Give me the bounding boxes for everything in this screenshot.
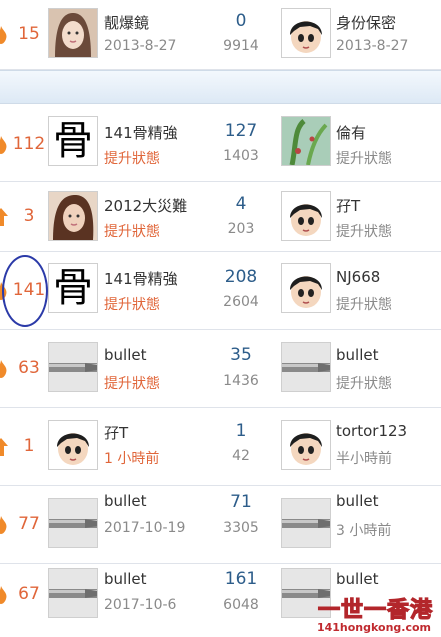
bone-glyph-avatar: 骨 xyxy=(53,265,93,311)
last-post-status[interactable]: 提升狀態 xyxy=(336,294,392,314)
thread-author[interactable]: bullet xyxy=(104,492,146,510)
last-poster-avatar[interactable] xyxy=(281,8,331,58)
reply-count[interactable]: 4 xyxy=(212,194,270,214)
last-poster-avatar[interactable] xyxy=(281,263,331,313)
last-post-time: 半小時前 xyxy=(336,451,392,467)
last-poster-name[interactable]: 身份保密 xyxy=(336,12,396,33)
last-poster-name[interactable]: bullet xyxy=(336,492,378,510)
thread-author[interactable]: 141骨精強 xyxy=(104,268,178,289)
reply-count[interactable]: 35 xyxy=(212,345,270,365)
thread-author[interactable]: 141骨精強 xyxy=(104,122,178,143)
thread-row[interactable]: 15 靓爆鏡 2013-8-27 0 9914 身份保密 2013-8-27 xyxy=(0,0,441,70)
watermark-title: 一世一香港 xyxy=(317,597,433,623)
author-avatar[interactable] xyxy=(48,568,98,618)
thread-status[interactable]: 提升狀態 xyxy=(104,294,160,314)
thread-row[interactable]: 63 bullet 提升狀態 35 1436 bullet 提升狀態 xyxy=(0,330,441,408)
thread-author[interactable]: 2012大災難 xyxy=(104,195,187,216)
watermark-url: 141hongkong.com xyxy=(312,621,435,634)
thread-date: 2017-10-6 xyxy=(104,597,177,613)
last-poster-avatar[interactable] xyxy=(281,498,331,548)
hot-count: 77 xyxy=(18,514,40,534)
hot-thread-icon xyxy=(0,360,7,378)
view-count: 203 xyxy=(227,221,255,237)
thread-author[interactable]: 靓爆鏡 xyxy=(104,12,149,33)
last-poster-name[interactable]: bullet xyxy=(336,346,378,364)
last-post-time: 2013-8-27 xyxy=(336,38,409,54)
hot-count: 15 xyxy=(18,24,40,44)
thread-row[interactable]: 1 孖T 1 小時前 1 42 tortor123 半小時前 xyxy=(0,408,441,486)
last-poster-name[interactable]: 倫有 xyxy=(336,122,366,143)
site-watermark: 一世一香港 141hongkong.com xyxy=(311,592,439,634)
last-post-status[interactable]: 提升狀態 xyxy=(336,148,392,168)
thread-date: 1 小時前 xyxy=(104,451,160,467)
hot-count: 3 xyxy=(23,206,35,226)
thread-row[interactable]: 3 2012大災難 提升狀態 4 203 孖T 提升狀態 xyxy=(0,182,441,252)
author-avatar[interactable] xyxy=(48,191,98,241)
last-poster-avatar[interactable] xyxy=(281,420,331,470)
reply-count[interactable]: 127 xyxy=(212,121,270,141)
author-avatar[interactable]: 骨 xyxy=(48,116,98,166)
last-poster-name[interactable]: 孖T xyxy=(336,195,360,216)
thread-author[interactable]: 孖T xyxy=(104,422,128,443)
thread-row[interactable]: 77 bullet 2017-10-19 71 3305 bullet 3 小時… xyxy=(0,486,441,564)
view-count: 1436 xyxy=(223,373,259,389)
thread-author[interactable]: bullet xyxy=(104,346,146,364)
author-avatar[interactable] xyxy=(48,342,98,392)
view-count: 2604 xyxy=(223,294,259,310)
hot-thread-icon xyxy=(0,586,7,604)
author-avatar[interactable] xyxy=(48,498,98,548)
hot-count: 67 xyxy=(18,584,40,604)
reply-count[interactable]: 1 xyxy=(212,421,270,441)
view-count: 1403 xyxy=(223,148,259,164)
thread-status[interactable]: 提升狀態 xyxy=(104,148,160,168)
last-poster-avatar[interactable] xyxy=(281,191,331,241)
author-avatar[interactable]: 骨 xyxy=(48,263,98,313)
reply-count[interactable]: 208 xyxy=(212,267,270,287)
highlight-circle xyxy=(2,255,48,327)
view-count: 9914 xyxy=(223,38,259,54)
hot-count: 63 xyxy=(18,358,40,378)
last-poster-name[interactable]: NJ668 xyxy=(336,268,380,286)
last-post-time: 3 小時前 xyxy=(336,523,392,539)
reply-count[interactable]: 0 xyxy=(212,11,270,31)
thread-row[interactable]: 112 骨 141骨精強 提升狀態 127 1403 倫有 提升狀態 xyxy=(0,104,441,182)
thread-status[interactable]: 提升狀態 xyxy=(104,373,160,393)
last-poster-name[interactable]: tortor123 xyxy=(336,422,407,440)
thread-author[interactable]: bullet xyxy=(104,570,146,588)
up-arrow-icon xyxy=(0,438,8,456)
reply-count[interactable]: 161 xyxy=(212,569,270,589)
reply-count[interactable]: 71 xyxy=(212,492,270,512)
thread-date: 2017-10-19 xyxy=(104,520,186,536)
hot-thread-icon xyxy=(0,26,7,44)
hot-count: 1 xyxy=(23,436,35,456)
hot-thread-icon xyxy=(0,516,7,534)
last-poster-avatar[interactable] xyxy=(281,116,331,166)
view-count: 6048 xyxy=(223,597,259,613)
thread-date: 2013-8-27 xyxy=(104,38,177,54)
section-divider xyxy=(0,70,441,104)
view-count: 3305 xyxy=(223,520,259,536)
hot-count: 112 xyxy=(12,134,46,154)
last-poster-avatar[interactable] xyxy=(281,342,331,392)
last-post-status[interactable]: 提升狀態 xyxy=(336,373,392,393)
up-arrow-icon xyxy=(0,208,8,226)
thread-status[interactable]: 提升狀態 xyxy=(104,221,160,241)
view-count: 42 xyxy=(232,448,250,464)
last-post-status[interactable]: 提升狀態 xyxy=(336,221,392,241)
thread-row[interactable]: 141 骨 141骨精強 提升狀態 208 2604 NJ668 提升狀態 xyxy=(0,252,441,330)
bone-glyph-avatar: 骨 xyxy=(53,118,93,164)
author-avatar[interactable] xyxy=(48,420,98,470)
hot-thread-icon xyxy=(0,136,7,154)
author-avatar[interactable] xyxy=(48,8,98,58)
last-poster-name[interactable]: bullet xyxy=(336,570,378,588)
